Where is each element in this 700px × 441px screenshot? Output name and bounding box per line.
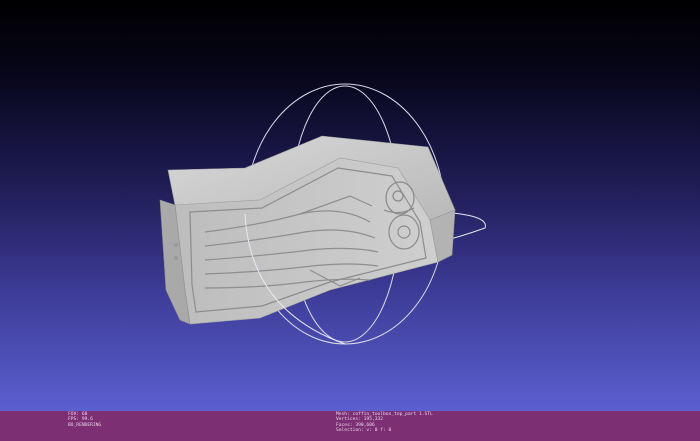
3d-viewport[interactable] — [0, 0, 700, 411]
status-bar: FOV: 60 FPS: 99.6 BO_RENDERING Mesh: cof… — [0, 411, 700, 441]
scene-canvas[interactable] — [0, 0, 700, 411]
render-mode-readout: BO_RENDERING — [68, 422, 102, 428]
coffin-mesh[interactable] — [159, 135, 456, 325]
render-info: FOV: 60 FPS: 99.6 BO_RENDERING — [68, 412, 101, 428]
selection-readout: Selection: v: 0 f: 0 — [336, 428, 392, 434]
mesh-info: Mesh: coffin_toolbox_top_part 1.STL Vert… — [336, 412, 433, 434]
